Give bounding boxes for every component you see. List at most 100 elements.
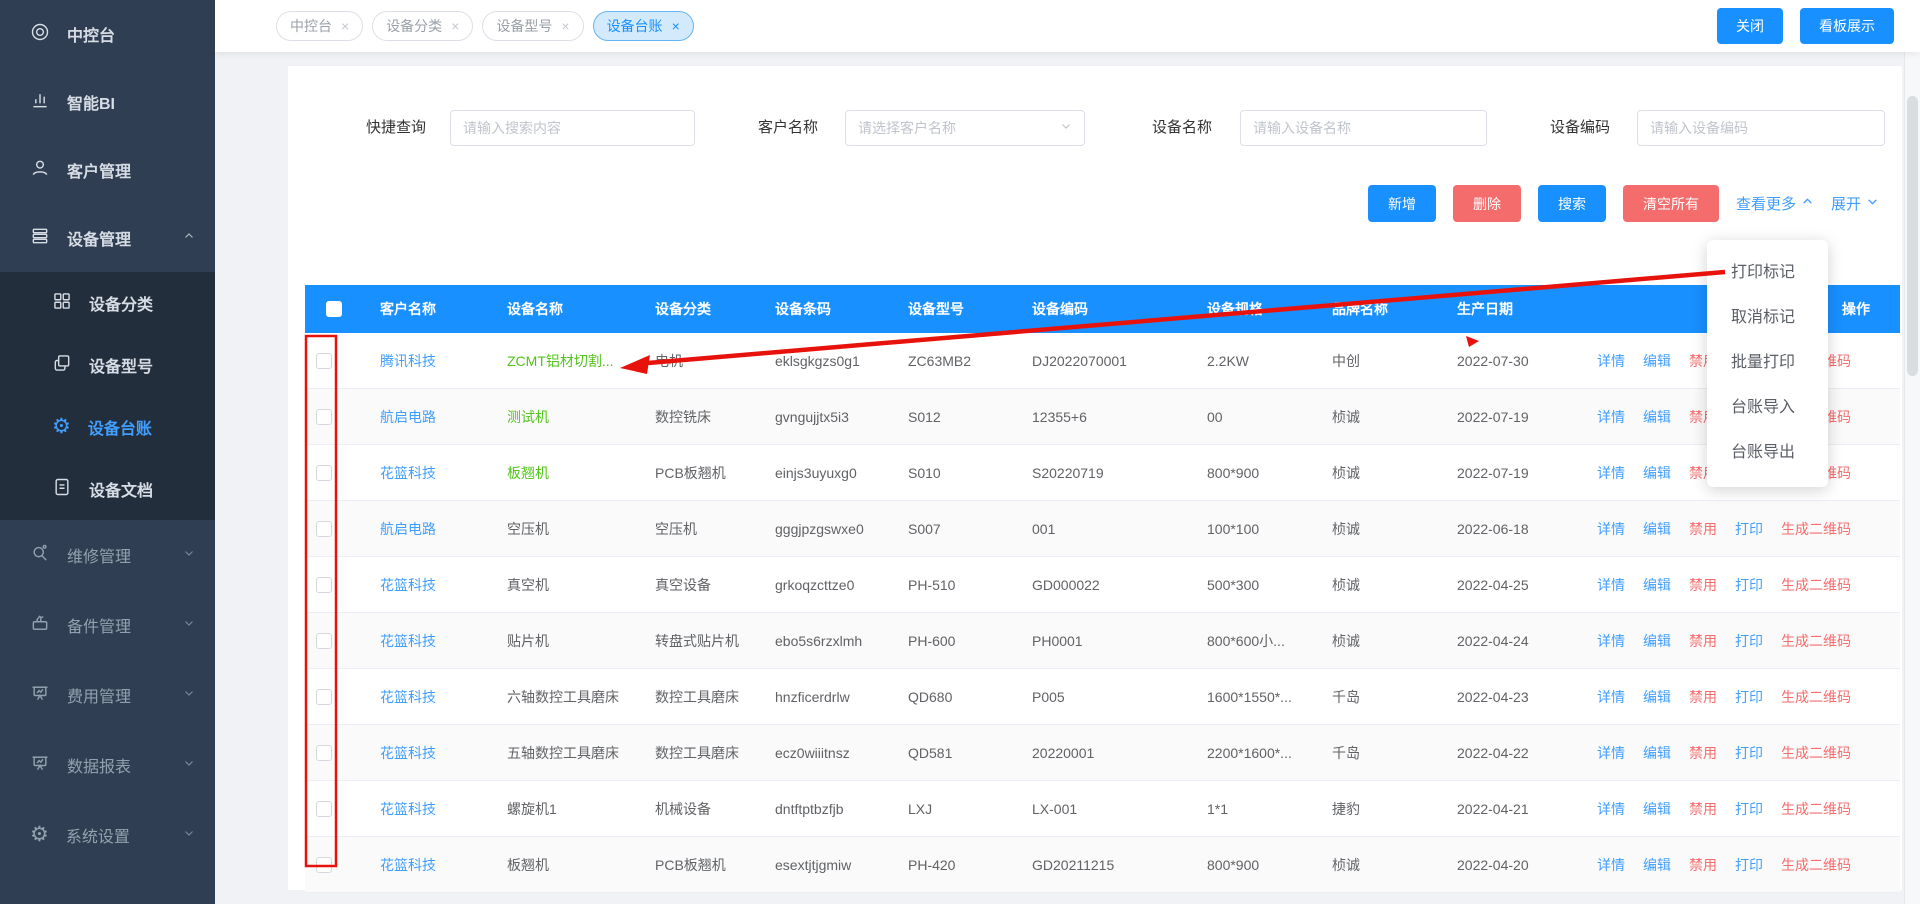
row-action-detail[interactable]: 详情 [1597,519,1625,539]
sidebar-item-fees[interactable]: 费用管理 [0,660,215,730]
cell-name[interactable]: 板翘机 [497,445,645,500]
clear-all-button[interactable]: 清空所有 [1623,185,1719,222]
cell-customer[interactable]: 花篮科技 [370,613,497,668]
row-action-edit[interactable]: 编辑 [1643,799,1671,819]
row-action-edit[interactable]: 编辑 [1643,743,1671,763]
sidebar-item-console[interactable]: 中控台 [0,0,215,68]
cell-name[interactable]: 测试机 [497,389,645,444]
row-action-disable[interactable]: 禁用 [1689,687,1717,707]
expand-link[interactable]: 展开 [1831,193,1879,214]
vertical-scrollbar[interactable] [1904,52,1920,904]
row-action-generate-qrcode[interactable]: 生成二维码 [1781,631,1851,651]
row-action-edit[interactable]: 编辑 [1643,687,1671,707]
cell-customer[interactable]: 航启电路 [370,501,497,556]
row-action-print[interactable]: 打印 [1735,799,1763,819]
sidebar-item-device-category[interactable]: 设备分类 [0,272,215,334]
board-display-button[interactable]: 看板展示 [1800,8,1894,44]
sidebar-item-device-docs[interactable]: 设备文档 [0,458,215,520]
row-action-edit[interactable]: 编辑 [1643,519,1671,539]
close-icon[interactable]: × [561,19,569,33]
row-checkbox[interactable] [316,689,332,705]
row-action-print[interactable]: 打印 [1735,519,1763,539]
row-action-detail[interactable]: 详情 [1597,687,1625,707]
row-action-detail[interactable]: 详情 [1597,407,1625,427]
row-action-print[interactable]: 打印 [1735,687,1763,707]
search-button[interactable]: 搜索 [1538,185,1606,222]
customer-name-select[interactable]: 请选择客户名称 [845,110,1085,146]
cell-name[interactable]: 六轴数控工具磨床 [497,669,645,724]
sidebar-item-repair[interactable]: 维修管理 [0,520,215,590]
scrollbar-thumb[interactable] [1907,96,1918,376]
close-icon[interactable]: × [341,19,349,33]
row-checkbox[interactable] [316,353,332,369]
row-action-disable[interactable]: 禁用 [1689,631,1717,651]
row-checkbox[interactable] [316,745,332,761]
row-action-edit[interactable]: 编辑 [1643,631,1671,651]
menu-item-ledger-import[interactable]: 台账导入 [1707,385,1828,430]
row-action-print[interactable]: 打印 [1735,575,1763,595]
close-icon[interactable]: × [451,19,459,33]
device-name-input[interactable] [1240,110,1487,146]
close-icon[interactable]: × [672,19,680,33]
cell-customer[interactable]: 航启电路 [370,389,497,444]
row-action-edit[interactable]: 编辑 [1643,855,1671,875]
row-action-edit[interactable]: 编辑 [1643,463,1671,483]
cell-customer[interactable]: 花篮科技 [370,445,497,500]
row-action-print[interactable]: 打印 [1735,743,1763,763]
sidebar-item-spare-parts[interactable]: 备件管理 [0,590,215,660]
row-action-print[interactable]: 打印 [1735,855,1763,875]
row-action-detail[interactable]: 详情 [1597,743,1625,763]
row-checkbox[interactable] [316,521,332,537]
menu-item-batch-print[interactable]: 批量打印 [1707,340,1828,385]
tab-device-category[interactable]: 设备分类 × [372,11,473,41]
close-button[interactable]: 关闭 [1717,8,1783,44]
cell-name[interactable]: 真空机 [497,557,645,612]
cell-customer[interactable]: 花篮科技 [370,837,497,892]
row-checkbox[interactable] [316,857,332,873]
row-action-disable[interactable]: 禁用 [1689,743,1717,763]
row-action-detail[interactable]: 详情 [1597,351,1625,371]
row-action-detail[interactable]: 详情 [1597,463,1625,483]
cell-customer[interactable]: 花篮科技 [370,557,497,612]
select-all-checkbox[interactable] [326,301,342,317]
sidebar-item-device-model[interactable]: 设备型号 [0,334,215,396]
device-code-input[interactable] [1637,110,1885,146]
add-button[interactable]: 新增 [1368,185,1436,222]
tab-device-model[interactable]: 设备型号 × [482,11,583,41]
sidebar-item-settings[interactable]: ⚙ 系统设置 [0,800,215,870]
cell-customer[interactable]: 腾讯科技 [370,333,497,388]
row-checkbox[interactable] [316,633,332,649]
sidebar-item-reports[interactable]: 数据报表 [0,730,215,800]
menu-item-print-mark[interactable]: 打印标记 [1707,250,1828,295]
row-checkbox[interactable] [316,409,332,425]
row-checkbox[interactable] [316,801,332,817]
sidebar-item-customers[interactable]: 客户管理 [0,136,215,204]
row-action-disable[interactable]: 禁用 [1689,855,1717,875]
quick-search-input[interactable] [450,110,695,146]
sidebar-item-bi[interactable]: 智能BI [0,68,215,136]
cell-name[interactable]: 五轴数控工具磨床 [497,725,645,780]
row-checkbox[interactable] [316,465,332,481]
cell-customer[interactable]: 花篮科技 [370,669,497,724]
row-action-disable[interactable]: 禁用 [1689,575,1717,595]
row-action-disable[interactable]: 禁用 [1689,519,1717,539]
view-more-link[interactable]: 查看更多 [1736,193,1814,214]
delete-button[interactable]: 删除 [1453,185,1521,222]
row-action-edit[interactable]: 编辑 [1643,575,1671,595]
row-action-detail[interactable]: 详情 [1597,575,1625,595]
row-action-generate-qrcode[interactable]: 生成二维码 [1781,855,1851,875]
row-action-edit[interactable]: 编辑 [1643,407,1671,427]
sidebar-item-device-ledger[interactable]: ⚙ 设备台账 [0,396,215,458]
sidebar-item-devices[interactable]: 设备管理 [0,204,215,272]
cell-name[interactable]: 板翘机 [497,837,645,892]
row-checkbox[interactable] [316,577,332,593]
row-action-detail[interactable]: 详情 [1597,855,1625,875]
row-action-generate-qrcode[interactable]: 生成二维码 [1781,743,1851,763]
menu-item-ledger-export[interactable]: 台账导出 [1707,430,1828,475]
cell-customer[interactable]: 花篮科技 [370,725,497,780]
row-action-print[interactable]: 打印 [1735,631,1763,651]
row-action-detail[interactable]: 详情 [1597,631,1625,651]
tab-device-ledger[interactable]: 设备台账 × [593,11,694,41]
cell-name[interactable]: 空压机 [497,501,645,556]
row-action-detail[interactable]: 详情 [1597,799,1625,819]
